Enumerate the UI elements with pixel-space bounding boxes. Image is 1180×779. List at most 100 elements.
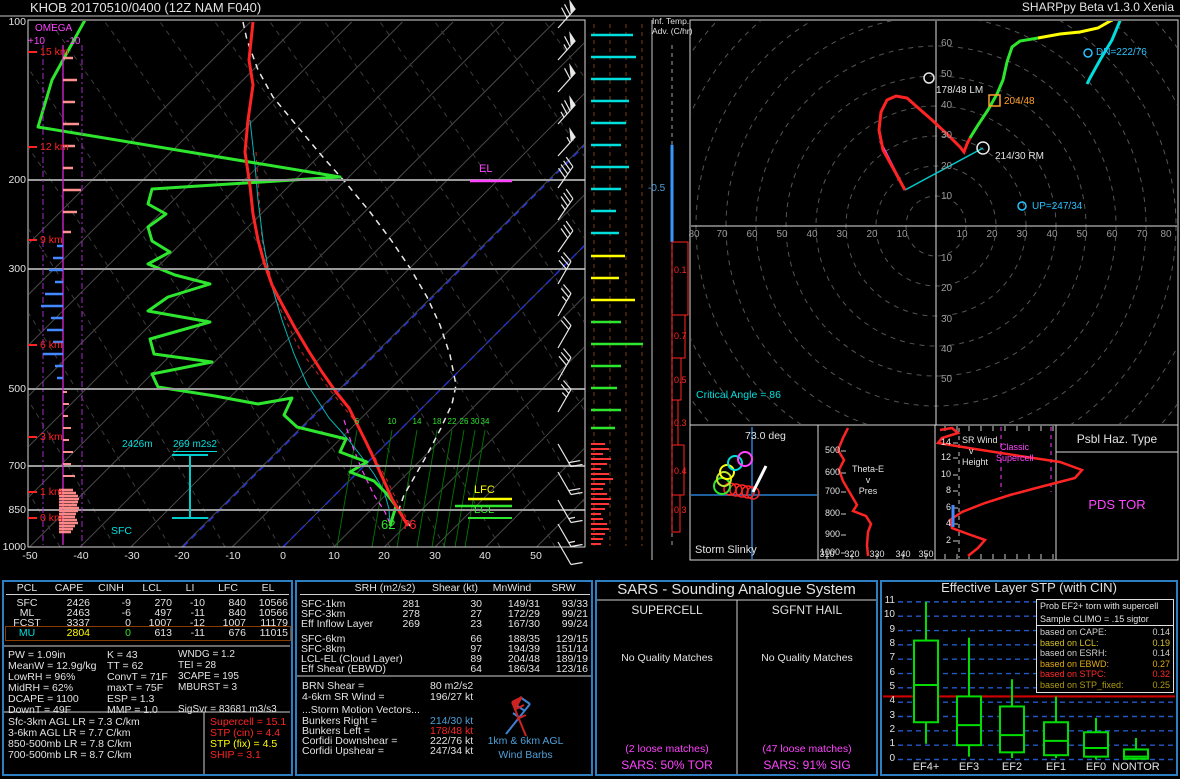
- slinky-updraft-vector: [753, 466, 766, 492]
- stp-legend-row: based on LCL:0.19: [1040, 638, 1170, 649]
- barb-flag: [563, 127, 578, 142]
- wind-barb: [548, 317, 573, 348]
- parcel-trace: [243, 22, 456, 526]
- srwind-annotation-2: Supercell: [996, 454, 1034, 463]
- srwind-title-1: SR Wind: [962, 436, 998, 445]
- thermo-line: MMP = 1.0: [107, 705, 158, 716]
- ring-label: 20: [983, 230, 1001, 240]
- inflow-srh-label: 269 m2s2: [173, 440, 217, 452]
- kinematics-cell: 23: [422, 619, 482, 630]
- barb-full: [571, 559, 583, 568]
- mixing-ratio-line: [444, 430, 464, 547]
- stp-legend-label: based on EBWD:: [1040, 659, 1109, 670]
- srwind-title-2: v: [969, 447, 974, 456]
- brn-label: BRN Shear =: [302, 681, 364, 692]
- parcel-header: LFC: [206, 583, 250, 594]
- warm-advection-value: 0.3: [674, 419, 687, 428]
- sars-supercell-result: SARS: 50% TOR: [597, 759, 737, 771]
- omega-title: OMEGA: [35, 24, 72, 34]
- ring-label: 70: [713, 230, 731, 240]
- barb-flag: [563, 63, 578, 78]
- parcel-header: EL: [246, 583, 290, 594]
- barb-full: [564, 189, 575, 199]
- kinematics-cell: 64: [422, 664, 482, 675]
- skewt-border: [28, 20, 585, 547]
- corfidi-up-marker: [1018, 202, 1026, 210]
- sars-hail-body: No Quality Matches: [738, 653, 876, 664]
- sars-supercell-matches[interactable]: (2 loose matches): [597, 744, 737, 755]
- thetae-x-label: 330: [866, 550, 888, 559]
- left-mover-marker[interactable]: [924, 73, 934, 83]
- hazard-title: Psbl Haz. Type: [1058, 433, 1176, 445]
- dry-adiabat: [490, 22, 830, 547]
- stp-tick-label: 11: [882, 596, 895, 606]
- temp-axis-label: 50: [523, 551, 549, 562]
- stp-tick-label: 10: [882, 610, 895, 620]
- hodograph-rings: [606, 0, 1180, 556]
- stp-legend-label: based on CAPE:: [1040, 627, 1107, 638]
- barb-caption-1: 1km & 6km AGL: [468, 736, 583, 747]
- stp-tick-label: 2: [882, 725, 895, 735]
- wind-speed-column: [591, 24, 643, 546]
- temp-axis-label: 10: [321, 551, 347, 562]
- lcl-label: LCL: [474, 505, 494, 516]
- isotherm: [80, 22, 605, 547]
- ring-label: 20: [863, 230, 881, 240]
- ring-label: 80: [1157, 230, 1175, 240]
- wind-barb: [550, 95, 578, 124]
- pressure-label: 200: [0, 175, 26, 186]
- stp-legend-value: 0.14: [1152, 648, 1170, 659]
- inflow-depth-label: 2426m: [122, 440, 153, 450]
- height-tick-marks: [28, 52, 37, 518]
- warm-advection-boxes: [672, 242, 688, 532]
- srwind-height-label: 14: [937, 438, 951, 447]
- ring-label: 10: [941, 192, 952, 202]
- ring-label: 60: [1103, 230, 1121, 240]
- wind-barb: [550, 0, 578, 28]
- critical-angle-label: Critical Angle = 86: [696, 390, 781, 401]
- storm-motion-value: 247/34 kt: [430, 746, 473, 757]
- thermo-line: ConvT = 71F: [107, 672, 168, 683]
- parcel-header: CINH: [89, 583, 133, 594]
- temp-axis-label: 40: [472, 551, 498, 562]
- warm-advection-value: 0.4: [674, 467, 687, 476]
- kinematics-cell: 269: [360, 619, 420, 630]
- thermo-line: K = 43: [107, 650, 138, 661]
- height-label: 3 km: [40, 432, 63, 443]
- temp-axis-label: -20: [169, 551, 195, 562]
- wind-barb: [548, 349, 573, 380]
- kinematics-cell: 99/24: [528, 619, 588, 630]
- mixing-ratio-label: 22: [446, 418, 458, 426]
- ring-label: 40: [941, 101, 952, 111]
- hazard-index: STP (fix) = 4.5: [210, 739, 277, 750]
- brn-label: 4-6km SR Wind =: [302, 692, 385, 703]
- barb-half: [561, 393, 567, 398]
- storm-motion-title: ...Storm Motion Vectors...: [302, 705, 420, 716]
- thermo-line: MidRH = 62%: [8, 683, 73, 694]
- corfidi-dn-label: DN=222/76: [1096, 48, 1147, 58]
- mixing-ratio-line: [432, 430, 452, 547]
- barb-staff: [558, 542, 571, 565]
- thermo-line: TEI = 28: [178, 661, 216, 671]
- ring-label: 50: [941, 70, 952, 80]
- pressure-label: 500: [0, 384, 26, 395]
- warm-advection-value: 0.3: [674, 506, 687, 515]
- advection-title-2: Adv. (C/hr): [652, 27, 692, 36]
- pressure-label: 100: [0, 17, 26, 28]
- srwind-annotation-1: Classic: [1000, 443, 1029, 452]
- dewpoint-trace: [38, 20, 396, 526]
- thetae-title-2: v: [848, 476, 888, 485]
- mixing-ratio-label: 18: [431, 418, 443, 426]
- thermo-line: ESP = 1.3: [107, 694, 154, 705]
- temp-axis-label: 20: [371, 551, 397, 562]
- mixing-ratio-label: 34: [479, 418, 491, 426]
- right-mover-label: 214/30 RM: [995, 152, 1044, 162]
- sounding-title: KHOB 20170510/0400 (12Z NAM F040): [30, 1, 261, 14]
- stp-legend-label: based on ESRH:: [1040, 648, 1107, 659]
- thermo-line: PW = 1.09in: [8, 650, 66, 661]
- corfidi-dn-marker: [1084, 49, 1092, 57]
- sars-hail-matches[interactable]: (47 loose matches): [738, 744, 876, 755]
- ring-label: 20: [941, 162, 952, 172]
- thetae-x-label: 320: [841, 550, 863, 559]
- thetae-pres-label: 900: [819, 530, 840, 539]
